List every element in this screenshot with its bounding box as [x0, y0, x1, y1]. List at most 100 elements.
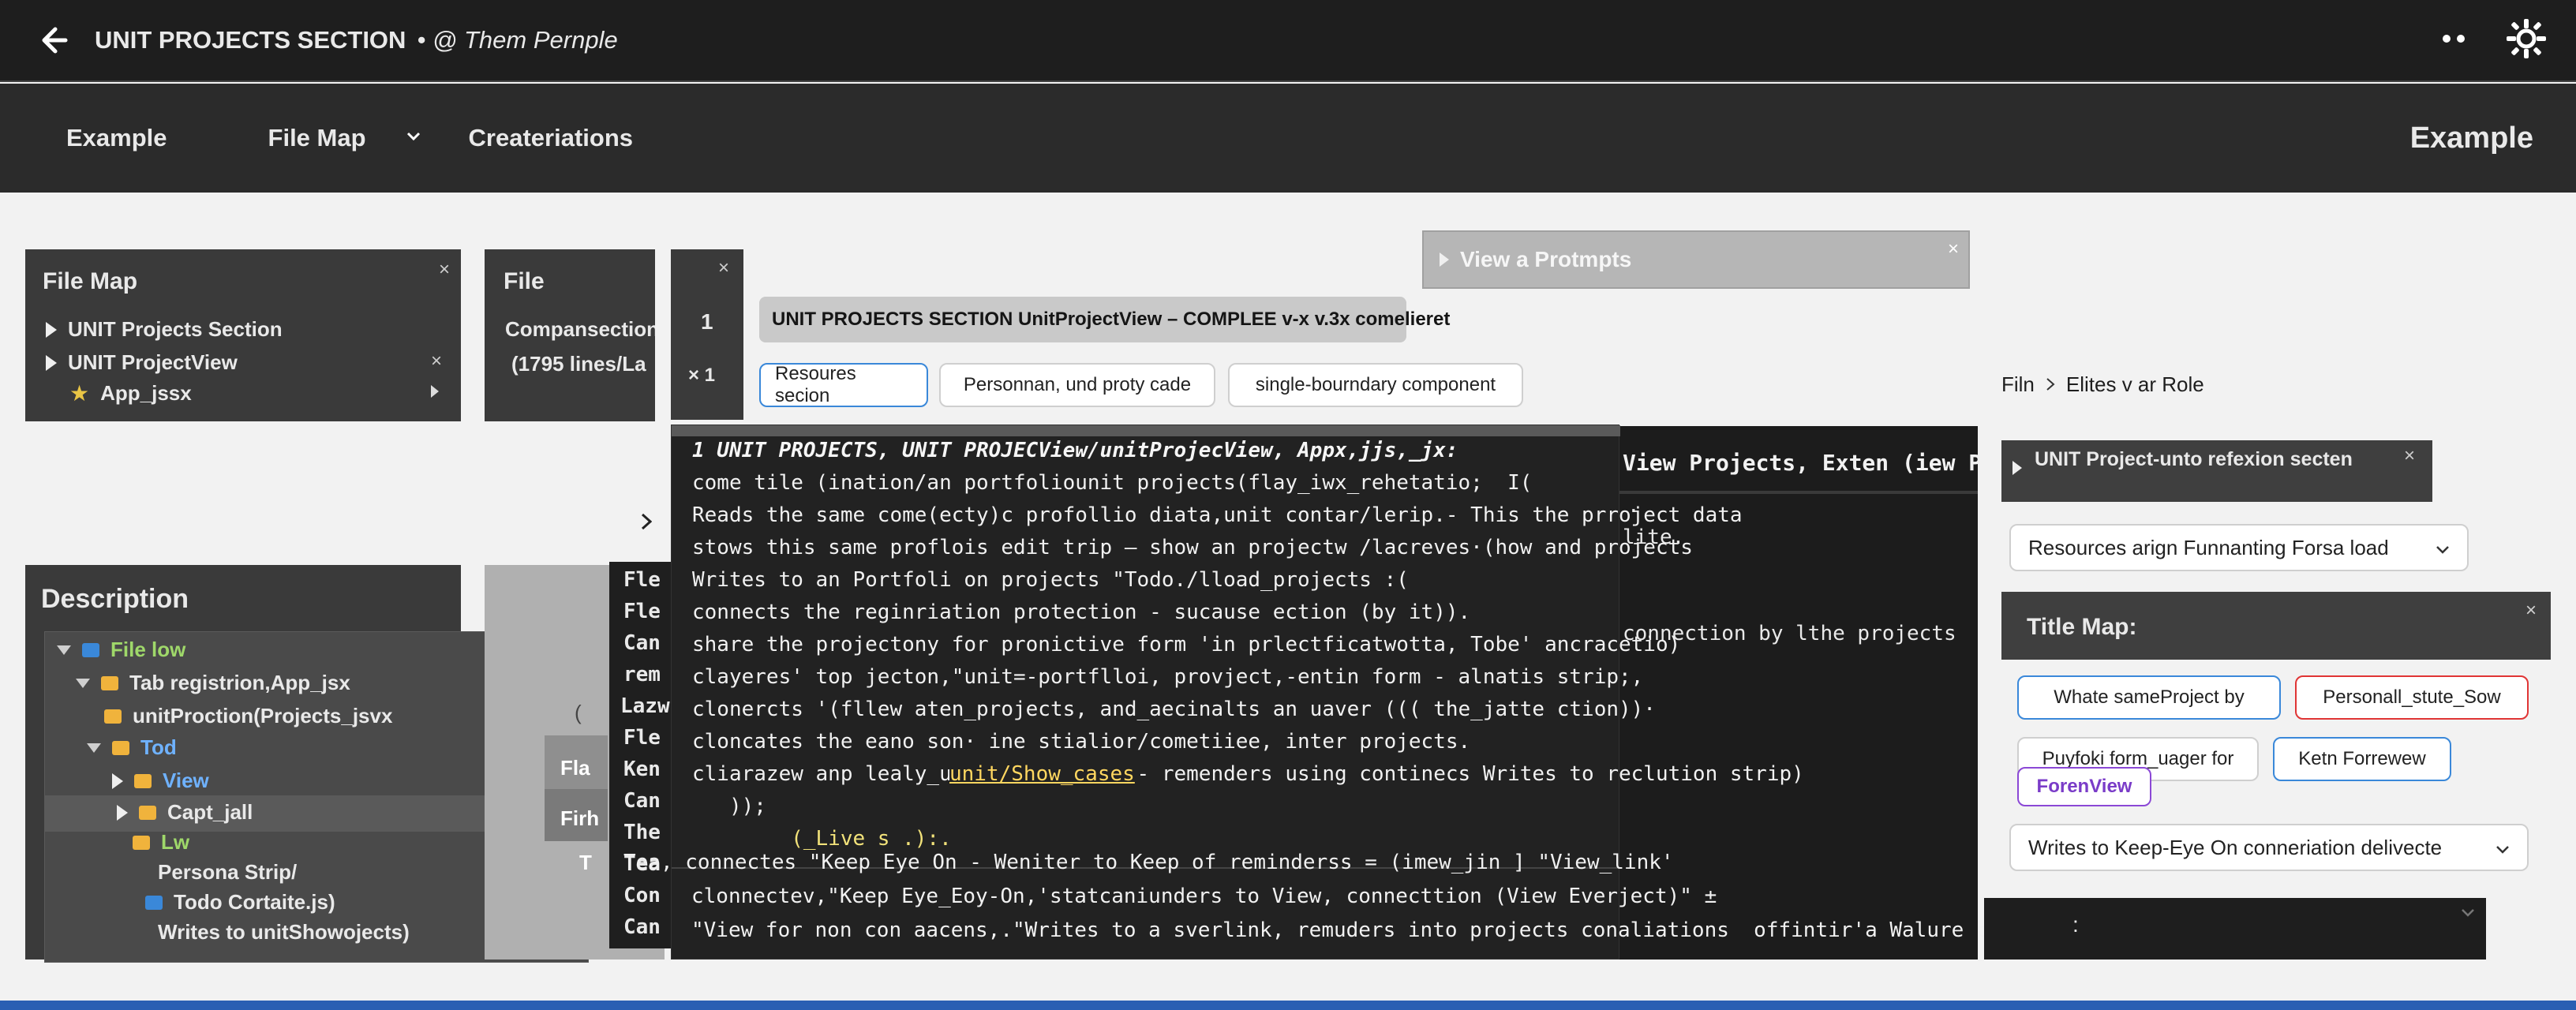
tree-item[interactable]: Writes to unitShowojects) [158, 920, 410, 945]
collapse-icon [76, 678, 90, 688]
panel-title: File Map [43, 268, 138, 294]
chip-whate-same-project[interactable]: Whate sameProject by [2017, 675, 2281, 720]
collapse-icon [87, 743, 101, 753]
code-gutter-line: Fle [623, 726, 661, 750]
tree-item[interactable]: ★ App_jssx [69, 380, 192, 406]
tree-item[interactable]: View [112, 769, 209, 793]
tree-item[interactable]: Capt_jall [117, 800, 253, 825]
code-line: clonercts '(fllew aten_projects, and_aec… [692, 698, 1656, 721]
code-line: "View for non con aacens,."Writes to a s… [691, 918, 2076, 942]
more-icon[interactable] [2439, 31, 2470, 50]
code-line: cliarazew anp lealy_unit/Show_cases - re… [692, 762, 1804, 786]
tree-item[interactable]: Persona Strip/ [158, 860, 297, 885]
code-gutter-line: Can [623, 915, 661, 939]
file-info-line: Compansection [505, 317, 655, 341]
tree-item-label: UNIT ProjectView [68, 350, 238, 374]
back-arrow-icon[interactable] [28, 15, 79, 65]
project-header-label: UNIT PROJECTS SECTION UnitProjectView – … [772, 309, 1451, 330]
right-panel-header[interactable]: UNIT Project-unto refexion secten × [2001, 440, 2432, 502]
middle-label-t: T [579, 851, 592, 874]
code-line: connects the reginriation protection - s… [692, 600, 1471, 624]
tree-item[interactable]: UNIT ProjectView [46, 350, 238, 375]
close-icon[interactable]: × [431, 350, 442, 372]
tree-item-label: UNIT Projects Section [68, 317, 283, 341]
file-panel: File Compansection (1795 lines/La [485, 249, 655, 421]
code-gutter-line: rem [623, 663, 661, 686]
middle-tab-fla[interactable]: Fla [545, 735, 608, 794]
chevron-down-icon [2496, 836, 2510, 860]
nav-createriations[interactable]: Createriations [469, 124, 633, 152]
resources-select[interactable]: Resources arign Funnanting Forsa load [2009, 524, 2469, 571]
chevron-right-icon[interactable] [641, 513, 653, 534]
code-line: share the projectony for pronictive form… [692, 633, 1681, 656]
keep-eye-select[interactable]: Writes to Keep-Eye On conneriation deliv… [2009, 824, 2529, 871]
tree-item[interactable]: Tab registrion,App_jsx [76, 671, 350, 695]
right-code-divider [1618, 491, 1978, 494]
nav-example-right[interactable]: Example [2410, 122, 2533, 155]
code-line: stows this same proflois edit trip — sho… [692, 536, 1693, 559]
chevron-right-icon[interactable] [429, 383, 440, 403]
counter-value: 1 [701, 309, 713, 334]
code-line: clonnectev,"Keep Eye_Eoy-On,'statcaniund… [691, 885, 1717, 908]
close-icon[interactable]: × [718, 257, 729, 279]
nav-file-map[interactable]: File Map [268, 124, 366, 152]
chip-forenview[interactable]: ForenView [2017, 767, 2151, 806]
expand-icon [1440, 252, 1449, 267]
tree-item-file-low[interactable]: File low [57, 638, 185, 662]
code-gutter-line: Lazw [620, 694, 670, 718]
middle-tab-firh[interactable]: Firh [545, 789, 608, 841]
tree-item-label: Tod [140, 735, 177, 759]
view-prompts-bar[interactable]: View a Protmpts × [1422, 230, 1970, 289]
code-popup: 1 UNIT PROJECTS, UNIT PROJECView/unitPro… [671, 425, 1804, 960]
close-icon[interactable]: × [2404, 445, 2415, 467]
tree-item-label: Writes to unitShowojects) [158, 920, 410, 944]
chip-ketn[interactable]: Ketn Forrewew [2273, 737, 2451, 781]
code-gutter-line: Can [623, 789, 661, 813]
tree-item-label: App_jssx [100, 381, 192, 405]
tree-item-label: Persona Strip/ [158, 860, 298, 884]
right-panel-header-label: UNIT Project-unto refexion secten [2035, 448, 2353, 470]
close-icon[interactable]: × [2525, 600, 2537, 622]
chip-personall[interactable]: Personall_stute_Sow [2295, 675, 2529, 720]
close-icon[interactable]: × [439, 259, 450, 281]
expand-icon [117, 804, 128, 821]
unit-link-highlight[interactable]: unit/Show_cases [949, 758, 1135, 791]
folder-icon [82, 642, 99, 657]
top-bar: UNIT PROJECTS SECTION • @ Them Pernple [0, 0, 2576, 82]
folder-icon [133, 835, 150, 850]
folder-icon [101, 675, 118, 690]
settings-icon[interactable] [2505, 17, 2548, 64]
tree-item[interactable]: UNIT Projects Section [46, 317, 283, 342]
tree-item-label: Todo Cortaite.js) [174, 890, 335, 914]
tree-item-label: unitProction(Projects_jsvx [133, 704, 393, 728]
tree-item[interactable]: Todo Cortaite.js) [145, 890, 335, 915]
folder-icon [112, 740, 129, 755]
code-gutter-line: Fle [623, 568, 661, 592]
nav-bar: Example File Map Createriations Example [0, 84, 2576, 193]
chevron-down-icon[interactable] [406, 131, 421, 146]
nav-example[interactable]: Example [66, 124, 167, 152]
tree-item[interactable]: Tod [87, 735, 177, 760]
tree-item[interactable]: unitProction(Projects_jsvx [104, 704, 392, 728]
folder-icon [139, 805, 156, 820]
title-map-panel: Title Map: × [2001, 592, 2551, 660]
tree-item-label: Tab registrion,App_jsx [129, 671, 350, 694]
code-gutter-line: Ken [623, 758, 661, 781]
tree-item-label: File low [110, 638, 186, 661]
file-map-panel: × File Map UNIT Projects Section UNIT Pr… [25, 249, 461, 421]
breadcrumb-item[interactable]: Elites v ar Role [2066, 372, 2204, 397]
bottom-border [0, 1001, 2576, 1010]
view-prompts-label: View a Protmpts [1460, 247, 1632, 271]
chip-personnan[interactable]: Personnan, und proty cade [939, 363, 1215, 407]
chip-resources[interactable]: Resoures secion [759, 363, 928, 407]
right-bottom-panel: : [1984, 898, 2486, 960]
code-line: clayeres' top jecton,"unit=-portflloi, p… [692, 665, 1644, 689]
folder-icon [145, 895, 163, 910]
close-icon[interactable]: × [1948, 238, 1959, 260]
tree-item[interactable]: Lw [133, 830, 189, 855]
code-line: Writes to an Portfoli on projects "Todo.… [692, 568, 1409, 592]
breadcrumb-item[interactable]: Filn [2001, 372, 2035, 397]
chevron-down-icon[interactable] [2461, 907, 2475, 922]
panel-title: Description [41, 584, 189, 614]
chip-single-boundary[interactable]: single-bourndary component [1228, 363, 1523, 407]
